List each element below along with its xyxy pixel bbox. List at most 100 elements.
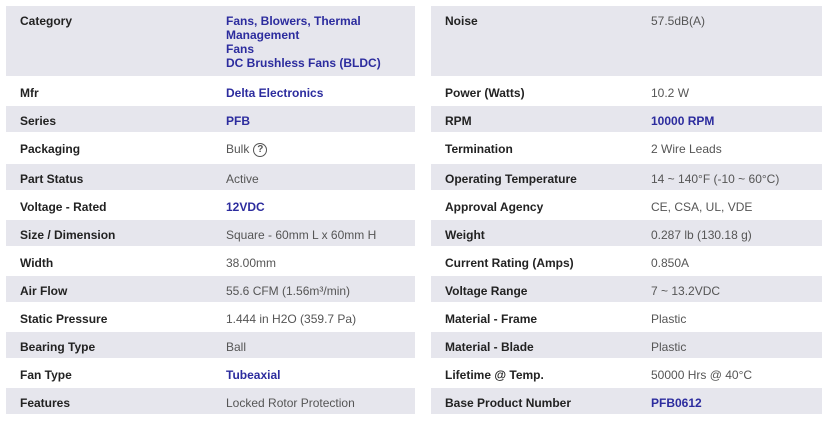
spec-value-text: 7 ~ 13.2VDC: [651, 284, 721, 298]
spec-row-width: Width 38.00mm: [6, 248, 415, 276]
spec-value-link[interactable]: Fans: [226, 42, 415, 56]
spec-label: Air Flow: [6, 276, 212, 304]
spec-value: Tubeaxial: [212, 360, 415, 388]
spec-row-rpm: RPM 10000 RPM: [431, 106, 822, 134]
spec-row-category: Category Fans, Blowers, Thermal Managemen…: [6, 6, 415, 78]
spec-value: CE, CSA, UL, VDE: [637, 192, 822, 220]
spec-row-voltage-range: Voltage Range 7 ~ 13.2VDC: [431, 276, 822, 304]
spec-row-approval-agency: Approval Agency CE, CSA, UL, VDE: [431, 192, 822, 220]
spec-row-packaging: Packaging Bulk?: [6, 134, 415, 164]
spec-label: Bearing Type: [6, 332, 212, 360]
spec-row-power-watts: Power (Watts) 10.2 W: [431, 78, 822, 106]
spec-row-voltage-rated: Voltage - Rated 12VDC: [6, 192, 415, 220]
spec-value-link[interactable]: DC Brushless Fans (BLDC): [226, 56, 415, 70]
spec-value-text: 57.5dB(A): [651, 14, 706, 28]
spec-label: Category: [6, 6, 212, 78]
spec-value-text: Plastic: [651, 312, 687, 326]
spec-value-link[interactable]: 12VDC: [226, 200, 415, 214]
spec-label: Size / Dimension: [6, 220, 212, 248]
spec-label: Voltage - Rated: [6, 192, 212, 220]
spec-value-link[interactable]: PFB0612: [651, 396, 822, 410]
spec-row-static-pressure: Static Pressure 1.444 in H2O (359.7 Pa): [6, 304, 415, 332]
spec-label: Operating Temperature: [431, 164, 637, 192]
spec-label: Width: [6, 248, 212, 276]
spec-value: 0.850A: [637, 248, 822, 276]
spec-value-text: Plastic: [651, 340, 687, 354]
spec-value-text: 14 ~ 140°F (-10 ~ 60°C): [651, 172, 780, 186]
spec-row-part-status: Part Status Active: [6, 164, 415, 192]
spec-label: Approval Agency: [431, 192, 637, 220]
spec-value: Plastic: [637, 332, 822, 360]
spec-row-base-product-number: Base Product Number PFB0612: [431, 388, 822, 416]
spec-label: Noise: [431, 6, 637, 78]
spec-label: Features: [6, 388, 212, 416]
spec-value: 14 ~ 140°F (-10 ~ 60°C): [637, 164, 822, 192]
spec-value-text: Ball: [226, 340, 247, 354]
spec-table-left: Category Fans, Blowers, Thermal Managemen…: [6, 6, 415, 416]
spec-row-mfr: Mfr Delta Electronics: [6, 78, 415, 106]
spec-value-text: 2 Wire Leads: [651, 142, 722, 156]
spec-label: Base Product Number: [431, 388, 637, 416]
spec-value-link[interactable]: PFB: [226, 114, 415, 128]
spec-value: Delta Electronics: [212, 78, 415, 106]
spec-row-material-blade: Material - Blade Plastic: [431, 332, 822, 360]
spec-table-right: Noise 57.5dB(A) Power (Watts) 10.2 W RPM 1000…: [431, 6, 822, 416]
spec-value-text: 38.00mm: [226, 256, 277, 270]
spec-label: Lifetime @ Temp.: [431, 360, 637, 388]
spec-value: Locked Rotor Protection: [212, 388, 415, 416]
spec-row-termination: Termination 2 Wire Leads: [431, 134, 822, 164]
spec-value-text: 10.2 W: [651, 86, 690, 100]
spec-row-weight: Weight 0.287 lb (130.18 g): [431, 220, 822, 248]
spec-value: 55.6 CFM (1.56m³/min): [212, 276, 415, 304]
spec-label: Material - Frame: [431, 304, 637, 332]
spec-table-container: Category Fans, Blowers, Thermal Managemen…: [0, 0, 822, 424]
spec-row-size-dimension: Size / Dimension Square - 60mm L x 60mm H: [6, 220, 415, 248]
spec-row-noise: Noise 57.5dB(A): [431, 6, 822, 78]
spec-label: Material - Blade: [431, 332, 637, 360]
spec-value-link[interactable]: Fans, Blowers, Thermal Management: [226, 14, 415, 42]
spec-value: 1.444 in H2O (359.7 Pa): [212, 304, 415, 332]
spec-value: Square - 60mm L x 60mm H: [212, 220, 415, 248]
spec-value-link[interactable]: 10000 RPM: [651, 114, 822, 128]
spec-value: Ball: [212, 332, 415, 360]
spec-value: PFB: [212, 106, 415, 134]
spec-value-text: 0.850A: [651, 256, 690, 270]
spec-label: Mfr: [6, 78, 212, 106]
spec-value-text: 50000 Hrs @ 40°C: [651, 368, 753, 382]
spec-row-bearing-type: Bearing Type Ball: [6, 332, 415, 360]
spec-value: 2 Wire Leads: [637, 134, 822, 164]
spec-row-current-rating-amps: Current Rating (Amps) 0.850A: [431, 248, 822, 276]
spec-row-features: Features Locked Rotor Protection: [6, 388, 415, 416]
spec-value-text: 55.6 CFM (1.56m³/min): [226, 284, 351, 298]
spec-label: Part Status: [6, 164, 212, 192]
spec-value: 10.2 W: [637, 78, 822, 106]
spec-value: 10000 RPM: [637, 106, 822, 134]
spec-value-link[interactable]: Tubeaxial: [226, 368, 415, 382]
spec-value-text: Active: [226, 172, 259, 186]
spec-value-link[interactable]: Delta Electronics: [226, 86, 415, 100]
spec-value-text: Bulk: [226, 142, 250, 156]
spec-value: 38.00mm: [212, 248, 415, 276]
spec-row-material-frame: Material - Frame Plastic: [431, 304, 822, 332]
question-circle-icon[interactable]: ?: [253, 142, 268, 157]
spec-value-text: Square - 60mm L x 60mm H: [226, 228, 377, 242]
spec-value: 7 ~ 13.2VDC: [637, 276, 822, 304]
spec-label: Current Rating (Amps): [431, 248, 637, 276]
spec-label: Static Pressure: [6, 304, 212, 332]
spec-label: Weight: [431, 220, 637, 248]
spec-label: Voltage Range: [431, 276, 637, 304]
spec-value: 0.287 lb (130.18 g): [637, 220, 822, 248]
spec-value-text: CE, CSA, UL, VDE: [651, 200, 753, 214]
spec-label: RPM: [431, 106, 637, 134]
spec-row-fan-type: Fan Type Tubeaxial: [6, 360, 415, 388]
spec-label: Series: [6, 106, 212, 134]
spec-value: 50000 Hrs @ 40°C: [637, 360, 822, 388]
spec-value: Plastic: [637, 304, 822, 332]
spec-value-text: 1.444 in H2O (359.7 Pa): [226, 312, 357, 326]
spec-value: Fans, Blowers, Thermal Management Fans DC …: [212, 6, 415, 78]
spec-row-lifetime-temp: Lifetime @ Temp. 50000 Hrs @ 40°C: [431, 360, 822, 388]
spec-value-text: 0.287 lb (130.18 g): [651, 228, 752, 242]
spec-label: Fan Type: [6, 360, 212, 388]
spec-value-text: Locked Rotor Protection: [226, 396, 355, 410]
spec-value: 57.5dB(A): [637, 6, 822, 78]
